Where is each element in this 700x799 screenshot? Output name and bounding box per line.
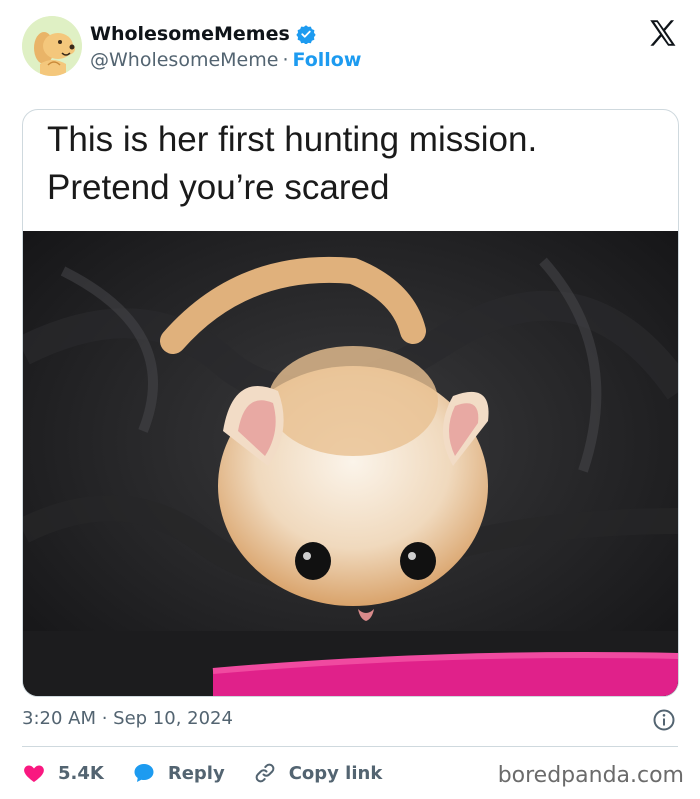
handle-row: @WholesomeMeme · Follow: [90, 49, 361, 71]
copy-link-label: Copy link: [288, 762, 383, 784]
tweet-header: WholesomeMemes @WholesomeMeme · Follow: [22, 16, 682, 80]
caption-line-2: Pretend you’re scared: [47, 168, 390, 207]
verified-icon: [296, 24, 316, 45]
reply-icon: [134, 764, 154, 782]
x-logo-icon[interactable]: [646, 16, 680, 50]
handle[interactable]: @WholesomeMeme: [90, 49, 278, 71]
heart-icon: [24, 765, 44, 782]
media-card[interactable]: This is her first hunting mission. Prete…: [22, 109, 679, 697]
caption-line-1: This is her first hunting mission.: [47, 120, 538, 159]
divider: [22, 746, 678, 747]
timestamp[interactable]: 3:20 AM · Sep 10, 2024: [22, 708, 233, 729]
action-bar: 5.4K Reply Copy link: [22, 758, 410, 788]
display-name[interactable]: WholesomeMemes: [90, 23, 290, 45]
copy-link-button[interactable]: Copy link: [253, 761, 383, 785]
like-count: 5.4K: [58, 762, 104, 784]
separator-dot: ·: [282, 49, 289, 71]
meme-caption: This is her first hunting mission. Prete…: [47, 116, 537, 212]
timestamp-row: 3:20 AM · Sep 10, 2024: [22, 708, 678, 734]
name-row: WholesomeMemes: [90, 23, 316, 45]
follow-link[interactable]: Follow: [292, 49, 361, 71]
info-icon[interactable]: [652, 708, 676, 732]
reply-label: Reply: [167, 762, 225, 784]
like-button[interactable]: 5.4K: [22, 761, 104, 785]
reply-button[interactable]: Reply: [132, 761, 225, 785]
link-icon: [255, 763, 275, 783]
avatar[interactable]: [22, 16, 82, 76]
tweet-embed-card: WholesomeMemes @WholesomeMeme · Follow Thi…: [0, 0, 700, 799]
kitten-photo[interactable]: [23, 231, 678, 696]
source-watermark: boredpanda.com: [497, 763, 684, 788]
